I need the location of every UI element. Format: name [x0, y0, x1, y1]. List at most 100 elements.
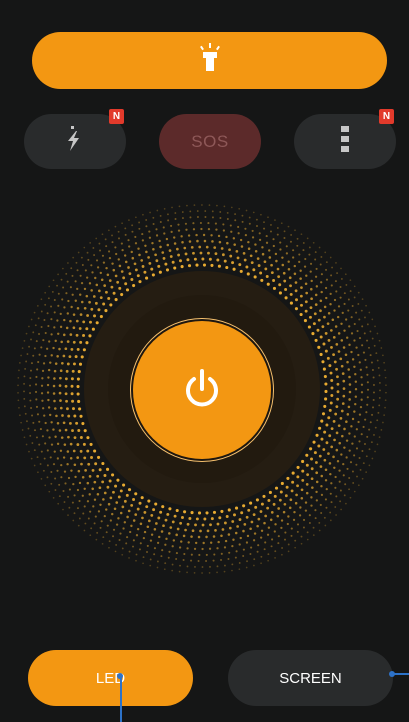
light-dot	[335, 343, 339, 346]
light-dot	[30, 369, 32, 372]
light-dot	[111, 262, 114, 265]
light-dot	[186, 522, 190, 526]
light-dot	[335, 448, 339, 452]
light-dot	[70, 377, 74, 381]
light-dot	[88, 475, 92, 478]
light-dot	[46, 312, 49, 315]
light-dot	[159, 221, 162, 223]
strobe-button[interactable]: N	[24, 109, 126, 169]
light-dot	[205, 245, 209, 249]
light-dot	[204, 210, 207, 212]
light-dot	[151, 241, 154, 245]
light-dot	[132, 284, 136, 288]
light-dot	[264, 541, 267, 544]
light-dot	[315, 433, 319, 437]
light-dot	[338, 441, 342, 445]
light-dot	[314, 275, 318, 278]
light-dot	[149, 539, 153, 542]
light-dot	[157, 516, 161, 520]
light-dot	[115, 523, 119, 526]
light-dot	[135, 216, 137, 219]
light-dot	[83, 306, 87, 310]
light-dot	[279, 241, 282, 244]
light-dot	[260, 536, 263, 539]
light-dot	[274, 252, 278, 256]
light-dot	[54, 489, 57, 491]
light-dot	[239, 269, 243, 273]
light-dot	[71, 274, 74, 277]
light-dot	[76, 377, 80, 381]
light-dot	[242, 548, 245, 551]
light-dot	[97, 308, 101, 312]
power-button[interactable]	[133, 321, 271, 459]
light-dot	[75, 333, 79, 337]
light-dot	[327, 452, 330, 455]
light-dot	[340, 277, 343, 280]
light-dot	[120, 270, 124, 273]
light-dot	[369, 330, 372, 333]
light-dot	[208, 257, 212, 261]
light-dot	[79, 340, 83, 344]
light-dot	[319, 299, 323, 303]
light-dot	[141, 516, 144, 520]
light-dot	[142, 562, 144, 565]
light-dot	[98, 486, 102, 490]
light-dot	[56, 421, 60, 425]
light-dot	[103, 514, 106, 518]
light-dot	[65, 369, 69, 373]
light-dot	[263, 548, 266, 551]
light-dot	[330, 379, 334, 382]
light-dot	[251, 236, 255, 239]
light-dot	[317, 318, 321, 322]
light-dot	[149, 564, 152, 567]
light-dot	[75, 319, 79, 323]
light-dot	[312, 526, 315, 529]
light-dot	[67, 514, 69, 516]
light-dot	[193, 204, 196, 207]
light-dot	[162, 226, 165, 229]
light-dot	[165, 237, 169, 241]
light-dot	[242, 555, 245, 557]
light-dot	[138, 548, 141, 551]
light-dot	[258, 238, 262, 242]
light-dot	[342, 463, 345, 466]
light-dot	[260, 278, 264, 282]
light-dot	[41, 399, 44, 402]
light-dot	[104, 238, 107, 241]
sos-button[interactable]: SOS	[159, 114, 261, 169]
light-dot	[76, 392, 80, 396]
light-dot	[325, 488, 328, 491]
light-dot	[152, 222, 155, 225]
light-dot	[57, 304, 60, 307]
light-dot	[307, 325, 311, 329]
light-dot	[274, 557, 276, 559]
light-dot	[59, 399, 62, 402]
light-dot	[274, 550, 277, 553]
light-dot	[224, 539, 228, 543]
light-dot	[315, 490, 318, 494]
light-dot	[23, 397, 26, 400]
light-dot	[171, 206, 173, 209]
light-dot	[366, 396, 369, 399]
light-dot	[71, 293, 74, 296]
light-dot	[314, 509, 317, 512]
light-dot	[126, 515, 129, 519]
screen-mode-button[interactable]: SCREEN	[228, 650, 393, 706]
flashlight-toggle-button[interactable]	[32, 32, 387, 89]
light-dot	[132, 498, 136, 502]
light-dot	[226, 217, 229, 220]
light-dot	[143, 270, 147, 274]
light-dot	[166, 512, 170, 516]
more-options-button[interactable]: N	[294, 109, 396, 169]
light-dot	[227, 557, 230, 560]
light-dot	[137, 247, 140, 250]
light-dot	[67, 414, 71, 418]
light-dot	[319, 503, 322, 506]
led-mode-button[interactable]: LED	[28, 650, 193, 706]
light-dot	[273, 494, 277, 498]
light-dot	[67, 435, 70, 439]
light-dot	[77, 399, 81, 404]
light-dot	[79, 414, 83, 418]
light-dot	[312, 241, 315, 244]
light-dot	[189, 210, 192, 213]
